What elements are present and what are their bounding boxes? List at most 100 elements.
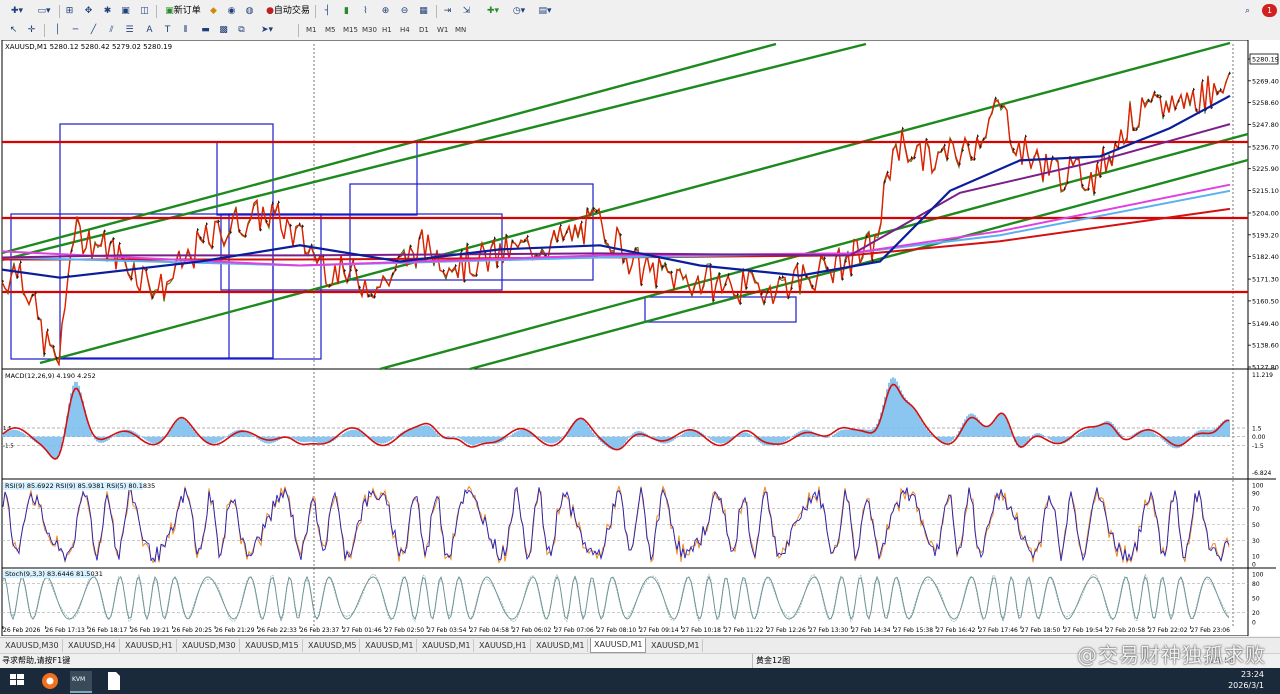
- fibo-icon[interactable]: ☰: [122, 23, 137, 38]
- signals-icon[interactable]: ◉: [224, 4, 239, 19]
- rsi-tick: 50: [1252, 522, 1260, 529]
- bar-chart-icon[interactable]: ┤: [320, 4, 335, 19]
- terminal-icon[interactable]: ▣: [118, 4, 133, 19]
- chart-tab[interactable]: XAUUSD,M1: [419, 639, 475, 652]
- stoch-tick: 0: [1252, 620, 1256, 627]
- horizontal-line-icon[interactable]: ─: [68, 23, 83, 38]
- line-chart-icon[interactable]: ⌇: [358, 4, 373, 19]
- profiles-icon[interactable]: ▭▾: [32, 4, 56, 19]
- vertical-line-icon[interactable]: │: [50, 23, 65, 38]
- tester-icon[interactable]: ◫: [137, 4, 152, 19]
- macd-level-label: -1.5: [1252, 443, 1264, 450]
- tf-h1[interactable]: H1: [382, 24, 392, 37]
- price-tick: 5149.40: [1252, 320, 1279, 328]
- new-chart-icon[interactable]: ✚▾: [4, 4, 30, 19]
- notification-badge[interactable]: 1: [1262, 4, 1277, 17]
- windows-start-icon[interactable]: [8, 671, 28, 691]
- crosshair-move-icon[interactable]: ✥: [81, 4, 96, 19]
- chart-shift-icon[interactable]: ⇥: [440, 4, 455, 19]
- search-icon[interactable]: ⌕: [1240, 4, 1255, 19]
- auto-trading-button[interactable]: ●自动交易: [261, 4, 315, 19]
- market-watch-icon[interactable]: ⊞: [62, 4, 77, 19]
- kvm-app-icon[interactable]: KVM: [70, 671, 92, 693]
- chart-tab[interactable]: XAUUSD,M30: [2, 639, 63, 652]
- channel-icon[interactable]: ⫽: [104, 23, 119, 38]
- time-label: 26 Feb 23:37: [300, 627, 340, 634]
- profile-name: 黄金12图: [752, 654, 790, 668]
- zoom-out-icon[interactable]: ⊖: [397, 4, 412, 19]
- crosshair-icon[interactable]: ✛: [24, 23, 39, 38]
- market-icon[interactable]: ◍: [242, 4, 257, 19]
- time-axis: 26 Feb 2026 26 Feb 17:13 26 Feb 18:17 26 Fe…: [2, 626, 1231, 634]
- drawing-toolbar: ↖ ✛ │ ─ ╱ ⫽ ☰ A T ⦀ ▬ ▩ ⧉ ➤▾ M1 M5 M15 M…: [0, 21, 1280, 41]
- time-label: 26 Feb 19:21: [130, 627, 170, 634]
- time-label: 27 Feb 06:02: [512, 627, 552, 634]
- pattern-icon[interactable]: ⧉: [234, 23, 249, 38]
- chart-tab[interactable]: XAUUSD,M5: [305, 639, 361, 652]
- chart-tab[interactable]: XAUUSD,M15: [242, 639, 303, 652]
- indicators-icon[interactable]: ✚▾: [481, 4, 505, 19]
- navigator-icon[interactable]: ✱: [100, 4, 115, 19]
- tf-m30[interactable]: M30: [362, 24, 377, 37]
- browser-icon[interactable]: [40, 671, 60, 691]
- chart-tab[interactable]: XAUUSD,H1: [476, 639, 531, 652]
- tf-m5[interactable]: M5: [325, 24, 336, 37]
- chart-tab[interactable]: XAUUSD,H4: [65, 639, 120, 652]
- time-label: 26 Feb 20:25: [173, 627, 213, 634]
- price-tick: 5236.70: [1252, 143, 1279, 151]
- time-label: 27 Feb 13:30: [809, 627, 849, 634]
- tf-h4[interactable]: H4: [400, 24, 410, 37]
- price-tick: 5215.10: [1252, 187, 1279, 195]
- macd-label: MACD(12,26,9) 4.190 4.252: [5, 372, 96, 380]
- label-icon[interactable]: T: [160, 23, 175, 38]
- chart-tab[interactable]: XAUUSD,M1: [648, 639, 704, 652]
- price-tick: 5204.00: [1252, 210, 1279, 218]
- periods-icon[interactable]: ◷▾: [507, 4, 531, 19]
- chart-tab[interactable]: XAUUSD,M1: [590, 638, 647, 653]
- rectangle-icon[interactable]: ▬: [198, 23, 213, 38]
- price-tick: 5247.80: [1252, 121, 1279, 129]
- cursor-icon[interactable]: ↖: [6, 23, 21, 38]
- text-icon[interactable]: A: [142, 23, 157, 38]
- chart-tab[interactable]: XAUUSD,M1: [362, 639, 418, 652]
- zoom-in-icon[interactable]: ⊕: [378, 4, 393, 19]
- chart-tab[interactable]: XAUUSD,H1: [122, 639, 177, 652]
- stoch-label: Stoch(9,3,3) 83.6446 81.5031: [5, 570, 103, 578]
- time-label: 27 Feb 16:42: [936, 627, 976, 634]
- tf-mn[interactable]: MN: [455, 24, 466, 37]
- macd-level-label: 0.00: [1252, 434, 1266, 441]
- time-label: 27 Feb 15:38: [894, 627, 934, 634]
- tf-w1[interactable]: W1: [437, 24, 448, 37]
- tf-d1[interactable]: D1: [419, 24, 429, 37]
- trendline-icon[interactable]: ╱: [86, 23, 101, 38]
- time-label: 27 Feb 20:58: [1106, 627, 1146, 634]
- templates-icon[interactable]: ▤▾: [533, 4, 557, 19]
- time-label: 27 Feb 12:26: [766, 627, 806, 634]
- gann-icon[interactable]: ⦀: [178, 23, 193, 38]
- chart-tab[interactable]: XAUUSD,M30: [179, 639, 240, 652]
- chart-window[interactable]: 5280.19 5269.40 5258.60 5247.80 5236.70 5225.…: [0, 40, 1280, 636]
- candle-chart-icon[interactable]: ▮: [339, 4, 354, 19]
- price-tick: 5269.40: [1252, 77, 1279, 85]
- time-label: 27 Feb 23:06: [1191, 627, 1231, 634]
- arrows-icon[interactable]: ➤▾: [254, 23, 280, 38]
- grid-icon[interactable]: ▩: [216, 23, 231, 38]
- chart-tab[interactable]: XAUUSD,M1: [533, 639, 589, 652]
- auto-scroll-icon[interactable]: ⇲: [459, 4, 474, 19]
- time-label: 26 Feb 2026: [3, 627, 41, 634]
- metaeditor-icon[interactable]: ◆: [206, 4, 221, 19]
- new-order-button[interactable]: ▣新订单: [160, 4, 206, 19]
- file-icon[interactable]: [106, 671, 126, 691]
- stoch-tick: 20: [1252, 610, 1260, 617]
- tf-m15[interactable]: M15: [343, 24, 358, 37]
- tf-m1[interactable]: M1: [306, 24, 317, 37]
- time-label: 27 Feb 04:58: [470, 627, 510, 634]
- macd-max: 11.219: [1252, 372, 1273, 379]
- price-chart[interactable]: 5280.19 5269.40 5258.60 5247.80 5236.70 5225.…: [0, 40, 1280, 636]
- stoch-tick: 50: [1252, 596, 1260, 603]
- time-label: 26 Feb 17:13: [45, 627, 85, 634]
- rsi-label: RSI(9) 85.6922 RSI(9) 85.9381 RSI(5) 80.…: [5, 482, 155, 490]
- price-axis: 5280.19 5269.40 5258.60 5247.80 5236.70 5225.…: [1248, 53, 1279, 372]
- price-tick: 5193.20: [1252, 231, 1279, 239]
- tile-windows-icon[interactable]: ▦: [416, 4, 431, 19]
